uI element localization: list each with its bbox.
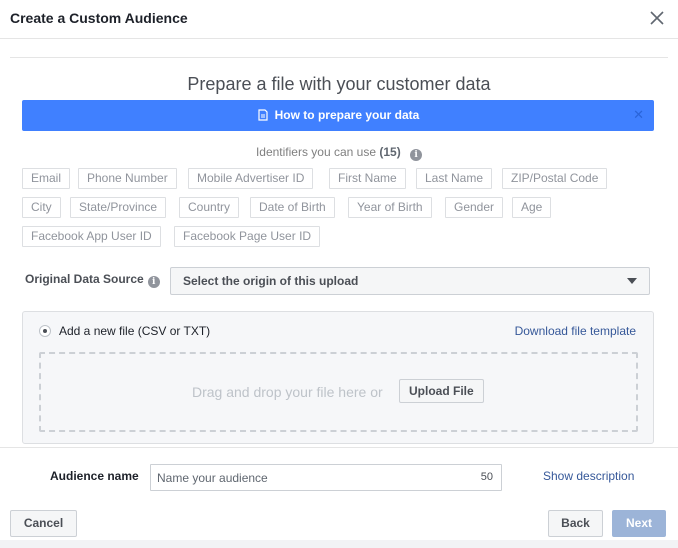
identifier-chip: City	[22, 197, 61, 218]
divider	[0, 447, 678, 448]
identifier-chip: State/Province	[70, 197, 167, 218]
upload-panel: Add a new file (CSV or TXT) Download fil…	[22, 311, 654, 444]
show-description-link[interactable]: Show description	[543, 469, 634, 483]
prepare-heading: Prepare a file with your customer data	[187, 74, 491, 94]
audience-name-field[interactable]: 50	[150, 464, 502, 491]
info-icon[interactable]: i	[410, 149, 423, 161]
add-new-file-label[interactable]: Add a new file (CSV or TXT)	[59, 324, 210, 338]
download-template-link[interactable]: Download file template	[515, 324, 636, 338]
banner-label: How to prepare your data	[274, 108, 420, 122]
identifier-chip: Year of Birth	[348, 197, 432, 218]
cancel-button[interactable]: Cancel	[10, 510, 77, 537]
caret-down-icon	[627, 278, 637, 284]
identifier-chip: Facebook App User ID	[22, 226, 161, 247]
banner-close-icon[interactable]: ✕	[633, 108, 644, 121]
document-icon	[257, 109, 269, 121]
identifier-chip: Phone Number	[78, 168, 177, 189]
dialog-header: Create a Custom Audience	[0, 0, 678, 39]
char-count: 50	[480, 471, 493, 483]
identifier-chip: Mobile Advertiser ID	[188, 168, 314, 189]
create-custom-audience-dialog: Create a Custom Audience Prepare a file …	[0, 0, 678, 548]
identifier-chip: ZIP/Postal Code	[502, 168, 608, 189]
divider	[10, 57, 668, 58]
identifier-chip: Email	[22, 168, 71, 189]
identifier-chip: Date of Birth	[250, 197, 335, 218]
identifiers-heading: Identifiers you can use (15) i	[0, 145, 678, 161]
audience-name-label: Audience name	[50, 469, 139, 483]
upload-file-button[interactable]: Upload File	[399, 379, 484, 403]
back-button[interactable]: Back	[548, 510, 603, 537]
how-to-prepare-banner[interactable]: How to prepare your data ✕	[22, 100, 654, 131]
audience-name-input[interactable]	[157, 469, 457, 487]
next-button[interactable]: Next	[612, 510, 666, 537]
identifiers-count: (15)	[379, 145, 401, 159]
identifier-chip: Last Name	[416, 168, 493, 189]
close-icon[interactable]	[648, 9, 666, 27]
identifier-chip: Age	[512, 197, 552, 218]
file-dropzone[interactable]: Drag and drop your file here or Upload F…	[39, 352, 638, 432]
identifier-chip: Facebook Page User ID	[174, 226, 321, 247]
dialog-title: Create a Custom Audience	[10, 10, 188, 26]
bottom-strip	[0, 540, 678, 548]
original-data-source-label: Original Data Source i	[25, 272, 160, 288]
original-data-source-text: Original Data Source	[25, 272, 144, 286]
identifier-chip: Country	[179, 197, 240, 218]
identifier-chip: First Name	[329, 168, 406, 189]
info-icon[interactable]: i	[147, 276, 160, 288]
add-new-file-radio[interactable]	[39, 325, 51, 337]
identifiers-heading-text: Identifiers you can use	[255, 145, 377, 159]
drop-text: Drag and drop your file here or	[192, 384, 383, 400]
data-source-selected: Select the origin of this upload	[183, 274, 359, 288]
data-source-select[interactable]: Select the origin of this upload	[170, 267, 650, 295]
identifier-chip: Gender	[445, 197, 504, 218]
